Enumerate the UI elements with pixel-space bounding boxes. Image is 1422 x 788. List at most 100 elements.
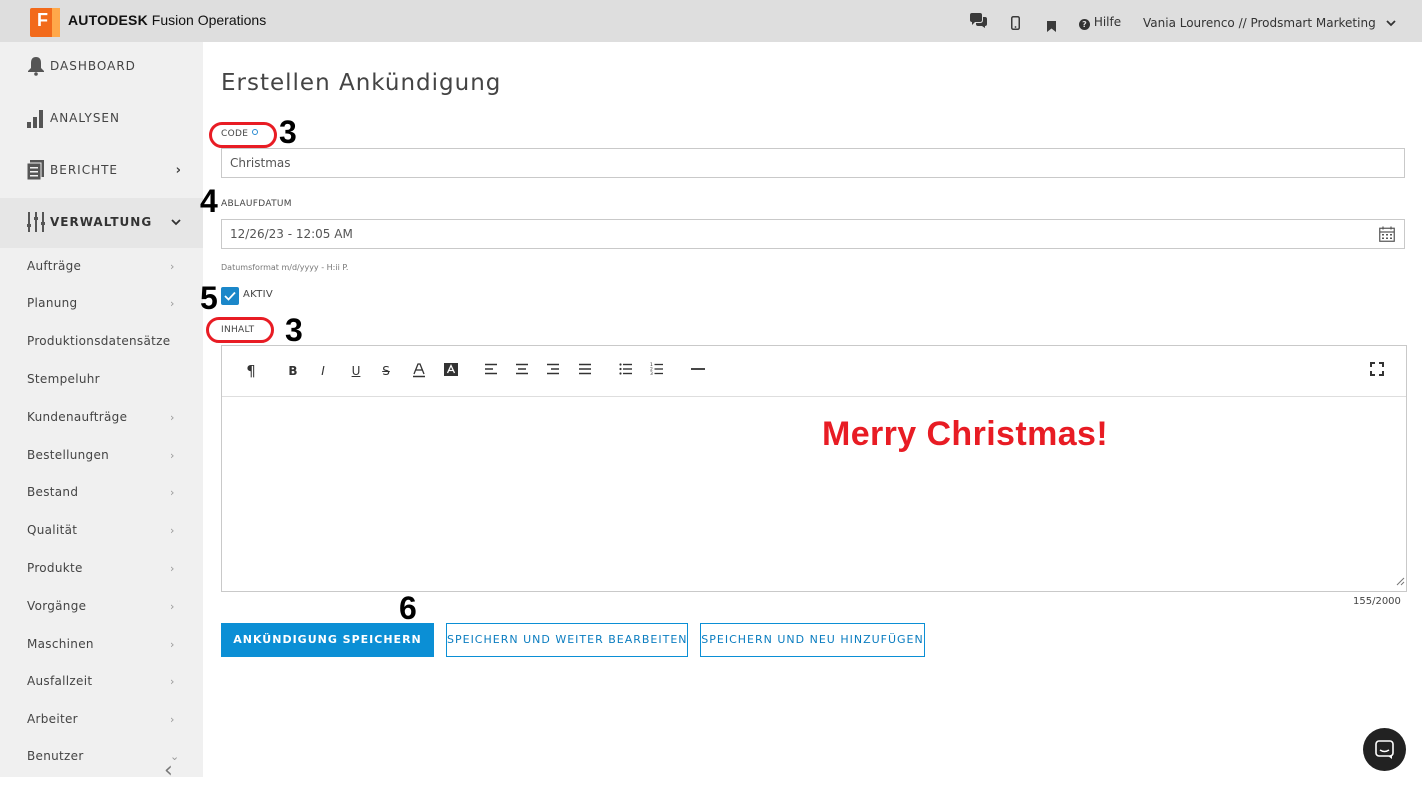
underline-icon[interactable]: U xyxy=(346,362,366,380)
align-left-icon[interactable] xyxy=(481,362,501,380)
sidebar-subitem-label: Bestellungen xyxy=(27,448,110,462)
bullet-list-icon[interactable] xyxy=(616,362,636,380)
expiry-label: ABLAUFDATUM xyxy=(221,199,292,209)
sidebar-item-label: BERICHTE xyxy=(50,163,119,177)
sidebar-subitem-planung[interactable]: Planung › xyxy=(0,289,203,319)
calendar-icon[interactable] xyxy=(1379,226,1395,242)
chevron-right-icon: › xyxy=(170,260,175,273)
chevron-down-icon xyxy=(171,215,181,230)
bold-icon[interactable]: B xyxy=(283,362,303,380)
mobile-icon[interactable] xyxy=(1011,15,1020,34)
resize-handle-icon[interactable] xyxy=(1395,571,1405,590)
sidebar-subitem-label: Kundenaufträge xyxy=(27,410,128,424)
sidebar-subitem-label: Ausfallzeit xyxy=(27,674,93,688)
sidebar-subitem-arbeiter[interactable]: Arbeiter › xyxy=(0,705,203,735)
align-center-icon[interactable] xyxy=(512,362,532,380)
brand-autodesk: AUTODESK xyxy=(68,12,148,28)
user-menu[interactable]: Vania Lourenco // Prodsmart Marketing xyxy=(1143,16,1396,30)
sidebar-subitem-label: Produkte xyxy=(27,561,83,575)
sidebar-item-label: ANALYSEN xyxy=(50,111,120,125)
help-label: Hilfe xyxy=(1093,15,1122,29)
support-chat-button[interactable] xyxy=(1363,728,1406,771)
announcement-text: Merry Christmas! xyxy=(822,415,1109,453)
sidebar-item-dashboard[interactable]: DASHBOARD xyxy=(0,42,203,92)
checkmark-icon xyxy=(224,291,236,301)
top-bar: F AUTODESK Fusion Operations ? Hilfe Van… xyxy=(0,0,1422,42)
bookmark-icon[interactable] xyxy=(1047,17,1056,36)
chevron-right-icon: › xyxy=(170,449,175,462)
help-link[interactable]: ? Hilfe xyxy=(1079,15,1121,30)
chevron-right-icon: › xyxy=(170,600,175,613)
logo-letter: F xyxy=(37,10,48,30)
sidebar-subitem-label: Vorgänge xyxy=(27,599,87,613)
user-name: Vania Lourenco xyxy=(1143,16,1235,30)
annotation-number-save: 6 xyxy=(399,590,417,626)
sidebar-subitem-label: Arbeiter xyxy=(27,712,78,726)
sidebar-subitem-auftraege[interactable]: Aufträge › xyxy=(0,252,203,282)
app-brand: AUTODESK Fusion Operations xyxy=(68,12,266,28)
background-color-icon[interactable] xyxy=(441,362,461,380)
sidebar-item-berichte[interactable]: BERICHTE › xyxy=(0,146,203,196)
text-color-icon[interactable] xyxy=(409,362,429,380)
sidebar-subitem-bestellungen[interactable]: Bestellungen › xyxy=(0,441,203,471)
sidebar-subitem-label: Benutzer xyxy=(27,749,84,763)
sidebar-subitem-ausfallzeit[interactable]: Ausfallzeit › xyxy=(0,667,203,697)
save-and-new-button[interactable]: SPEICHERN UND NEU HINZUFÜGEN xyxy=(700,623,925,657)
bar-chart-icon xyxy=(27,108,45,128)
editor-content[interactable]: Merry Christmas! xyxy=(222,397,1406,591)
sidebar-item-label: DASHBOARD xyxy=(50,59,136,73)
rich-text-editor: ¶ B I U S 123 Merry Christmas! xyxy=(221,345,1407,592)
sidebar-subitem-maschinen[interactable]: Maschinen › xyxy=(0,630,203,660)
expiry-date-value: 12/26/23 - 12:05 AM xyxy=(230,227,353,241)
code-input[interactable]: Christmas xyxy=(221,148,1405,178)
expiry-date-input[interactable]: 12/26/23 - 12:05 AM xyxy=(221,219,1405,249)
brand-product: Fusion Operations xyxy=(147,12,267,28)
strikethrough-icon[interactable]: S xyxy=(376,362,396,380)
align-right-icon[interactable] xyxy=(543,362,563,380)
chevron-right-icon: › xyxy=(170,524,175,537)
sidebar-item-analysen[interactable]: ANALYSEN xyxy=(0,94,203,144)
sidebar-subitem-label: Stempeluhr xyxy=(27,372,100,386)
sidebar-subitem-qualitaet[interactable]: Qualität › xyxy=(0,516,203,546)
chevron-right-icon: › xyxy=(170,562,175,575)
italic-icon[interactable]: I xyxy=(313,362,333,380)
chevron-right-icon: › xyxy=(170,638,175,651)
sidebar-subitem-produktionsdatensaetze[interactable]: Produktionsdatensätze xyxy=(0,327,203,357)
paragraph-format-icon[interactable]: ¶ xyxy=(241,362,261,380)
chat-icon[interactable] xyxy=(969,13,988,33)
save-announcement-button[interactable]: ANKÜNDIGUNG SPEICHERN xyxy=(221,623,434,657)
user-org: Prodsmart Marketing xyxy=(1250,16,1376,30)
sidebar-subitem-label: Qualität xyxy=(27,523,78,537)
fullscreen-icon[interactable] xyxy=(1367,362,1387,380)
sliders-icon xyxy=(27,212,45,232)
active-checkbox[interactable] xyxy=(221,287,239,305)
sidebar-item-verwaltung[interactable]: VERWALTUNG xyxy=(0,198,203,248)
report-icon xyxy=(26,160,45,181)
annotation-number-code: 3 xyxy=(279,114,297,150)
annotation-ring-code xyxy=(209,122,277,148)
sidebar-subitem-bestand[interactable]: Bestand › xyxy=(0,478,203,508)
save-and-continue-button[interactable]: SPEICHERN UND WEITER BEARBEITEN xyxy=(446,623,688,657)
fusion-logo-icon[interactable]: F xyxy=(30,8,60,37)
chevron-right-icon: › xyxy=(170,486,175,499)
sidebar-subitem-kundenauftraege[interactable]: Kundenaufträge › xyxy=(0,403,203,433)
chevron-right-icon: › xyxy=(170,713,175,726)
numbered-list-icon[interactable]: 123 xyxy=(647,362,667,380)
sidebar-subitem-produkte[interactable]: Produkte › xyxy=(0,554,203,584)
sidebar-item-label: VERWALTUNG xyxy=(50,215,153,229)
active-label: AKTIV xyxy=(243,289,274,300)
sidebar-subitem-vorgaenge[interactable]: Vorgänge › xyxy=(0,592,203,622)
collapse-sidebar-icon[interactable]: ‹ xyxy=(164,758,173,777)
sidebar-subitem-stempeluhr[interactable]: Stempeluhr xyxy=(0,365,203,395)
sidebar-subitem-label: Aufträge xyxy=(27,259,82,273)
horizontal-rule-icon[interactable] xyxy=(688,362,708,380)
align-justify-icon[interactable] xyxy=(575,362,595,380)
chevron-right-icon: › xyxy=(175,163,181,178)
user-separator: // xyxy=(1234,16,1251,30)
sidebar-subitem-label: Bestand xyxy=(27,485,79,499)
annotation-number-content: 3 xyxy=(285,312,303,348)
editor-toolbar: ¶ B I U S 123 xyxy=(222,346,1406,397)
sidebar-subitem-label: Planung xyxy=(27,296,78,310)
character-count: 155/2000 xyxy=(1353,596,1401,607)
bell-icon xyxy=(27,56,45,76)
